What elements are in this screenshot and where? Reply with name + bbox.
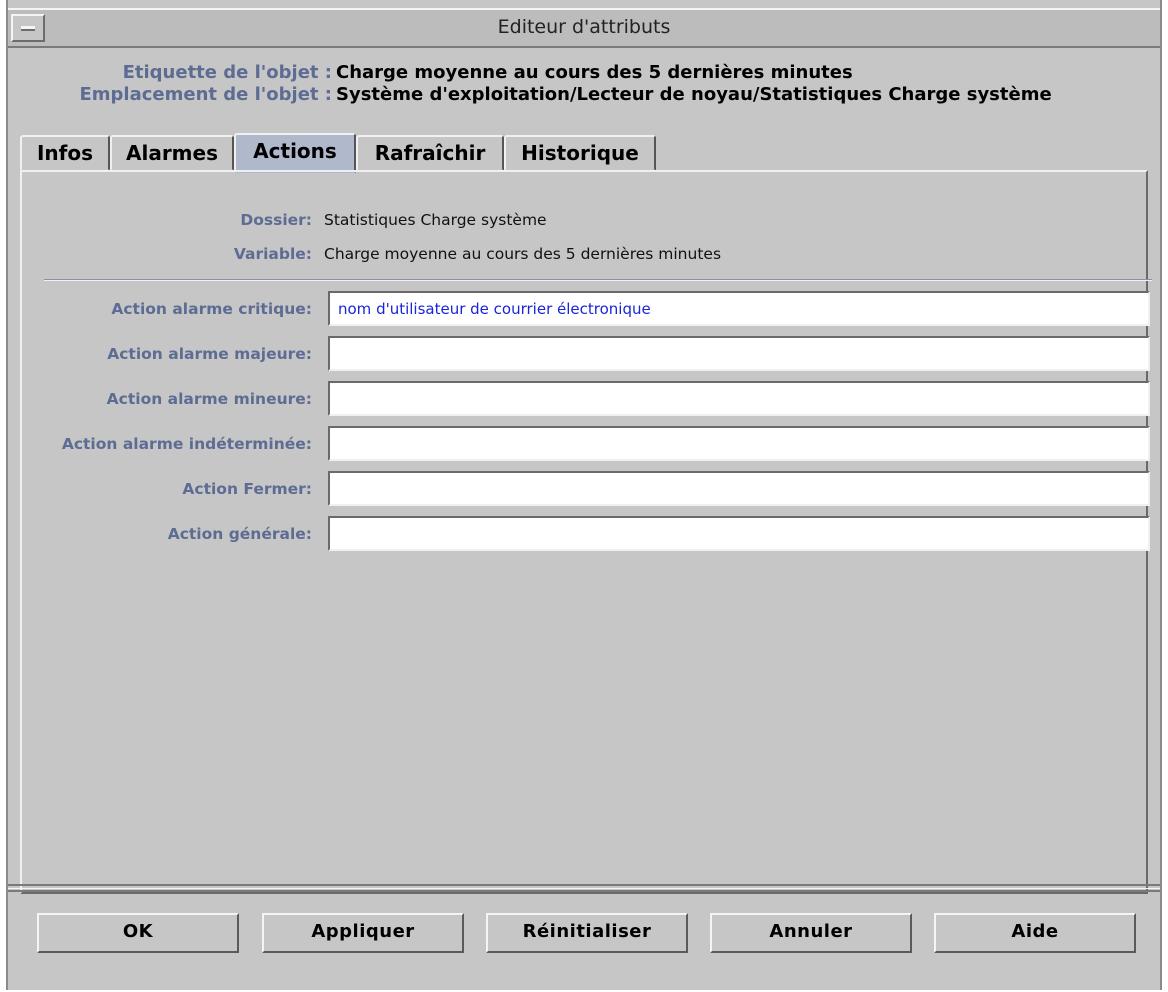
apply-button[interactable]: Appliquer <box>262 913 464 953</box>
object-header: Etiquette de l'objet : Charge moyenne au… <box>8 54 1160 120</box>
window-title: Editeur d'attributs <box>497 16 671 38</box>
attribute-editor-window: Editeur d'attributs Etiquette de l'objet… <box>6 0 1162 990</box>
major-alarm-action-field[interactable] <box>328 336 1150 371</box>
tab-historique[interactable]: Historique <box>504 135 656 171</box>
object-location-caption: Emplacement de l'objet : <box>79 84 332 105</box>
major-alarm-action-label: Action alarme majeure: <box>107 345 312 363</box>
actions-panel: Dossier: Statistiques Charge système Var… <box>20 170 1152 894</box>
title-bar: Editeur d'attributs <box>8 8 1160 48</box>
reset-button[interactable]: Réinitialiser <box>486 913 688 953</box>
general-action-field[interactable] <box>328 516 1150 551</box>
separator <box>44 279 1152 281</box>
close-action-label: Action Fermer: <box>182 480 312 498</box>
tab-actions[interactable]: Actions <box>234 133 356 173</box>
minor-alarm-action-label: Action alarme mineure: <box>106 390 312 408</box>
tab-rafraichir[interactable]: Rafraîchir <box>356 135 504 171</box>
indeterminate-alarm-action-label: Action alarme indéterminée: <box>61 435 312 453</box>
help-button[interactable]: Aide <box>934 913 1136 953</box>
tab-infos[interactable]: Infos <box>20 135 110 171</box>
critical-alarm-action-field[interactable]: nom d'utilisateur de courrier électroniq… <box>328 291 1150 326</box>
general-action-label: Action générale: <box>167 525 312 543</box>
tab-alarmes[interactable]: Alarmes <box>110 135 234 171</box>
minor-alarm-action-field[interactable] <box>328 381 1150 416</box>
variable-value: Charge moyenne au cours des 5 dernières … <box>324 245 722 263</box>
cancel-button[interactable]: Annuler <box>710 913 912 953</box>
variable-label: Variable: <box>233 245 312 263</box>
object-label-value: Charge moyenne au cours des 5 dernières … <box>336 62 853 83</box>
ok-button[interactable]: OK <box>37 913 239 953</box>
folder-label: Dossier: <box>240 211 312 229</box>
button-area-divider <box>8 884 1160 892</box>
folder-value: Statistiques Charge système <box>324 211 547 229</box>
critical-alarm-action-label: Action alarme critique: <box>111 300 312 318</box>
object-location-value: Système d'exploitation/Lecteur de noyau/… <box>336 84 1052 105</box>
close-action-field[interactable] <box>328 471 1150 506</box>
object-label-caption: Etiquette de l'objet : <box>122 62 332 83</box>
indeterminate-alarm-action-field[interactable] <box>328 426 1150 461</box>
